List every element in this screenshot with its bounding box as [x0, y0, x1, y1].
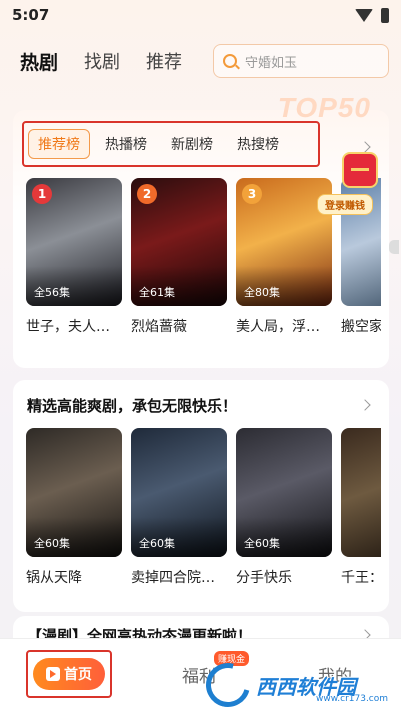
side-handle[interactable] — [389, 240, 399, 254]
status-icons — [355, 7, 389, 23]
tab-new-rank[interactable]: 新剧榜 — [162, 130, 222, 158]
rank-badge: 3 — [242, 184, 262, 204]
drama-title: 烈焰蔷薇 — [131, 319, 187, 335]
drama-poster: 全60集 — [236, 428, 332, 557]
drama-poster: 2 全61集 — [131, 178, 227, 306]
search-icon — [223, 54, 237, 68]
top50-banner: TOP50 — [277, 92, 371, 123]
login-earn-badge[interactable]: 登录赚钱 — [317, 194, 373, 215]
drama-card[interactable]: 全60集 卖掉四合院… — [131, 428, 227, 587]
tab-hot-rank[interactable]: 热播榜 — [96, 130, 156, 158]
drama-title: 世子，夫人… — [26, 319, 110, 335]
chevron-right-icon[interactable] — [359, 399, 371, 411]
home-tab-label: 首页 — [64, 667, 92, 683]
home-tab-frame: 首页 — [26, 650, 112, 698]
tab-hot-drama[interactable]: 热剧 — [20, 48, 58, 75]
status-bar: 5:07 — [0, 0, 401, 30]
status-time: 5:07 — [12, 6, 50, 24]
episode-count: 全60集 — [139, 537, 175, 550]
drama-card[interactable]: 2 全61集 烈焰蔷薇 — [131, 178, 227, 336]
drama-title: 美人局，浮… — [236, 319, 320, 335]
drama-card[interactable]: 千王： — [341, 428, 381, 587]
search-input[interactable]: 守婚如玉 — [213, 44, 389, 78]
episode-count: 全80集 — [244, 286, 280, 299]
rank-badge: 2 — [137, 184, 157, 204]
tab-find-drama[interactable]: 找剧 — [84, 48, 120, 74]
drama-poster: 全60集 — [26, 428, 122, 557]
drama-title: 分手快乐 — [236, 570, 292, 586]
section-title[interactable]: 精选高能爽剧，承包无限快乐！ — [27, 395, 237, 416]
drama-card[interactable]: 全60集 锅从天降 — [26, 428, 122, 587]
featured-section: 精选高能爽剧，承包无限快乐！ 全60集 锅从天降 全60集 卖掉四合院… 全60… — [13, 380, 389, 612]
drama-title: 搬空家店 — [341, 319, 381, 335]
ranking-card: TOP50 推荐榜 热播榜 新剧榜 热搜榜 1 全56集 世子，夫人… 2 全6… — [13, 92, 389, 368]
drama-title: 卖掉四合院… — [131, 570, 215, 586]
tab-recommend[interactable]: 推荐 — [146, 48, 182, 74]
drama-title: 锅从天降 — [26, 570, 82, 586]
search-placeholder: 守婚如玉 — [245, 55, 298, 71]
drama-poster — [341, 428, 381, 557]
drama-poster: 全60集 — [131, 428, 227, 557]
episode-count: 全61集 — [139, 286, 175, 299]
watermark: 西西软件园 www.cr173.com — [197, 654, 396, 713]
tab-search-rank[interactable]: 热搜榜 — [228, 130, 288, 158]
drama-card[interactable]: 全60集 分手快乐 — [236, 428, 332, 587]
wifi-icon — [355, 8, 373, 22]
red-envelope-icon[interactable] — [342, 152, 378, 188]
featured-poster-list: 全60集 锅从天降 全60集 卖掉四合院… 全60集 分手快乐 千王： — [26, 428, 381, 587]
tab-recommend-rank[interactable]: 推荐榜 — [28, 129, 90, 159]
drama-card[interactable]: 1 全56集 世子，夫人… — [26, 178, 122, 336]
drama-poster: 1 全56集 — [26, 178, 122, 306]
watermark-url: www.cr173.com — [316, 694, 389, 704]
episode-count: 全60集 — [244, 537, 280, 550]
play-icon — [46, 667, 60, 681]
watermark-logo-icon — [197, 654, 259, 713]
rank-badge: 1 — [32, 184, 52, 204]
episode-count: 全60集 — [34, 537, 70, 550]
ranking-tabs: 推荐榜 热播榜 新剧榜 热搜榜 — [22, 121, 320, 167]
drama-title: 千王： — [341, 570, 381, 586]
top-nav: 热剧 找剧 推荐 守婚如玉 — [20, 42, 389, 80]
chevron-right-icon[interactable] — [359, 141, 371, 153]
battery-icon — [381, 7, 389, 23]
episode-count: 全56集 — [34, 286, 70, 299]
home-tab[interactable]: 首页 — [33, 658, 105, 690]
